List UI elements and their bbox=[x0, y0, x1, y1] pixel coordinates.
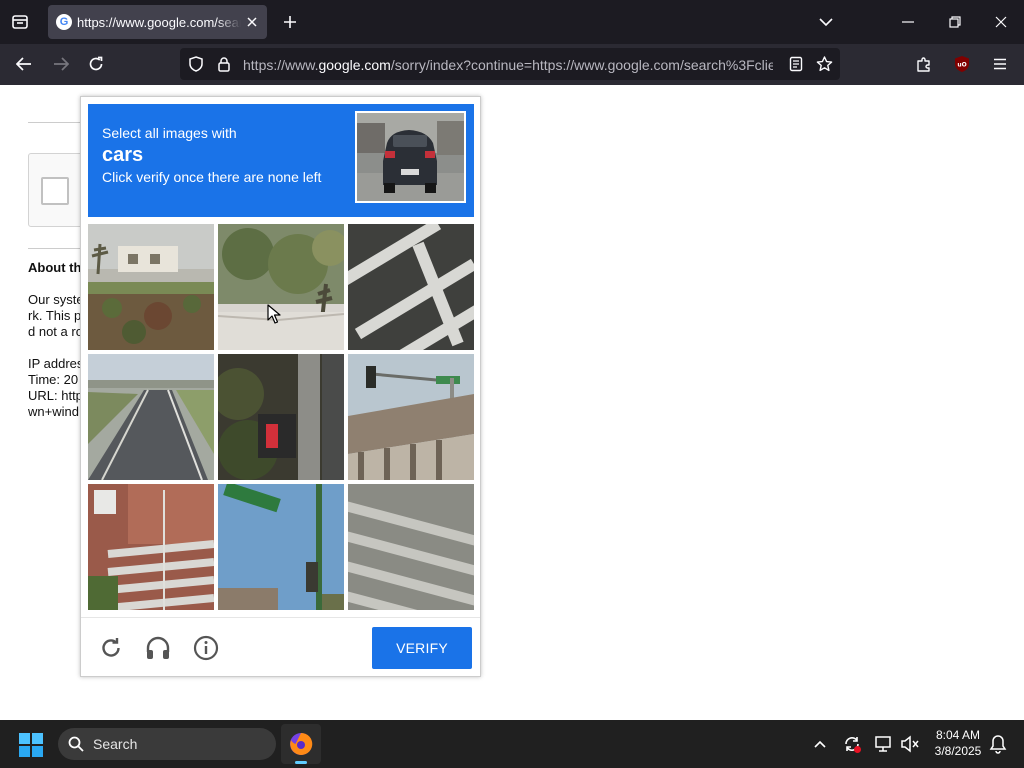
active-app-indicator bbox=[295, 761, 307, 764]
instruction-subtext: Click verify once there are none left bbox=[102, 169, 322, 185]
url-label: URL: http bbox=[28, 388, 83, 403]
image-grid bbox=[88, 224, 474, 610]
reload-icon[interactable] bbox=[84, 52, 108, 76]
url-text: https://www.google.com/sorry/index?conti… bbox=[243, 57, 773, 75]
about-heading: About th bbox=[28, 260, 82, 275]
url-continuation: wn+wind bbox=[28, 404, 79, 419]
challenge-header: Select all images with cars Click verify… bbox=[88, 104, 474, 217]
close-window-icon[interactable] bbox=[989, 10, 1013, 34]
firefox-logo-icon bbox=[289, 732, 313, 756]
explanation-line: rk. This p bbox=[28, 308, 82, 323]
url-path: /sorry/index?continue=https://www.google… bbox=[390, 57, 773, 73]
sample-car-image bbox=[355, 111, 466, 203]
challenge-footer: VERIFY bbox=[81, 617, 480, 678]
sync-status-icon[interactable] bbox=[840, 732, 864, 756]
tracking-protection-shield-icon[interactable] bbox=[186, 54, 206, 74]
explanation-line: d not a ro bbox=[28, 324, 83, 339]
new-tab-icon[interactable] bbox=[278, 10, 302, 34]
taskbar-firefox-button[interactable] bbox=[281, 724, 321, 764]
list-tabs-chevron-icon[interactable] bbox=[814, 10, 838, 34]
instruction-text: Select all images with bbox=[102, 125, 237, 141]
divider bbox=[28, 248, 88, 249]
taskbar-search-box[interactable]: Search bbox=[58, 728, 276, 760]
image-tile-road-markings[interactable] bbox=[348, 224, 474, 350]
network-display-icon[interactable] bbox=[872, 732, 896, 756]
tab-title: https://www.google.com/search?q= bbox=[77, 15, 241, 30]
verify-button[interactable]: VERIFY bbox=[372, 627, 472, 669]
recaptcha-challenge-dialog: Select all images with cars Click verify… bbox=[80, 96, 481, 677]
back-arrow-icon[interactable] bbox=[12, 52, 36, 76]
explanation-line: Our syste bbox=[28, 292, 84, 307]
show-hidden-icons-chevron-icon[interactable] bbox=[810, 732, 830, 756]
divider bbox=[28, 122, 88, 123]
url-prefix: https://www. bbox=[243, 57, 319, 73]
image-tile-traffic-signal-pole[interactable] bbox=[218, 354, 344, 480]
search-label: Search bbox=[93, 736, 138, 752]
system-clock[interactable]: 8:04 AM 3/8/2025 bbox=[924, 727, 992, 759]
tab-strip: G https://www.google.com/search?q= bbox=[0, 0, 1024, 44]
reader-view-icon[interactable] bbox=[786, 54, 806, 74]
search-icon bbox=[68, 736, 84, 752]
image-tile-shrubs-sidewalk[interactable] bbox=[218, 224, 344, 350]
close-tab-icon[interactable] bbox=[244, 14, 260, 30]
target-object-text: cars bbox=[102, 144, 144, 166]
url-bar[interactable]: https://www.google.com/sorry/index?conti… bbox=[180, 48, 840, 80]
clock-date: 3/8/2025 bbox=[934, 744, 982, 758]
url-host: google.com bbox=[318, 57, 391, 73]
info-help-icon[interactable] bbox=[188, 630, 224, 666]
ublock-origin-icon[interactable]: uO bbox=[950, 52, 974, 76]
audio-challenge-headphones-icon[interactable] bbox=[140, 630, 176, 666]
reload-challenge-icon[interactable] bbox=[93, 630, 129, 666]
volume-muted-icon[interactable] bbox=[898, 732, 922, 756]
windows-start-icon[interactable] bbox=[18, 732, 44, 758]
image-tile-crosswalk-stripes[interactable] bbox=[348, 484, 474, 610]
bookmark-star-icon[interactable] bbox=[814, 54, 834, 74]
firefox-view-icon[interactable] bbox=[8, 10, 32, 34]
restore-window-icon[interactable] bbox=[943, 10, 967, 34]
windows-taskbar: Search 8:04 AM 3/8/2025 bbox=[0, 720, 1024, 768]
lock-icon[interactable] bbox=[214, 54, 234, 74]
forward-arrow-icon[interactable] bbox=[49, 52, 73, 76]
recaptcha-checkbox-card bbox=[28, 153, 88, 227]
image-tile-stairs[interactable] bbox=[88, 484, 214, 610]
image-tile-highway[interactable] bbox=[88, 354, 214, 480]
google-favicon-icon: G bbox=[56, 14, 72, 30]
minimize-window-icon[interactable] bbox=[896, 10, 920, 34]
time-label: Time: 20 bbox=[28, 372, 79, 387]
navigation-toolbar: https://www.google.com/sorry/index?conti… bbox=[0, 44, 1024, 85]
image-tile-bridge-with-signal[interactable] bbox=[348, 354, 474, 480]
clock-time: 8:04 AM bbox=[935, 728, 981, 742]
image-tile-palm-yard[interactable] bbox=[88, 224, 214, 350]
hamburger-menu-icon[interactable] bbox=[988, 52, 1012, 76]
ip-address-label: IP addres bbox=[28, 356, 84, 371]
image-tile-street-sign[interactable] bbox=[218, 484, 344, 610]
extensions-puzzle-icon[interactable] bbox=[912, 52, 936, 76]
recaptcha-checkbox[interactable] bbox=[41, 177, 69, 205]
notifications-bell-icon[interactable] bbox=[986, 732, 1010, 756]
mouse-cursor-icon bbox=[267, 304, 281, 329]
svg-text:uO: uO bbox=[957, 62, 966, 69]
tab-google[interactable]: G https://www.google.com/search?q= bbox=[48, 5, 267, 39]
